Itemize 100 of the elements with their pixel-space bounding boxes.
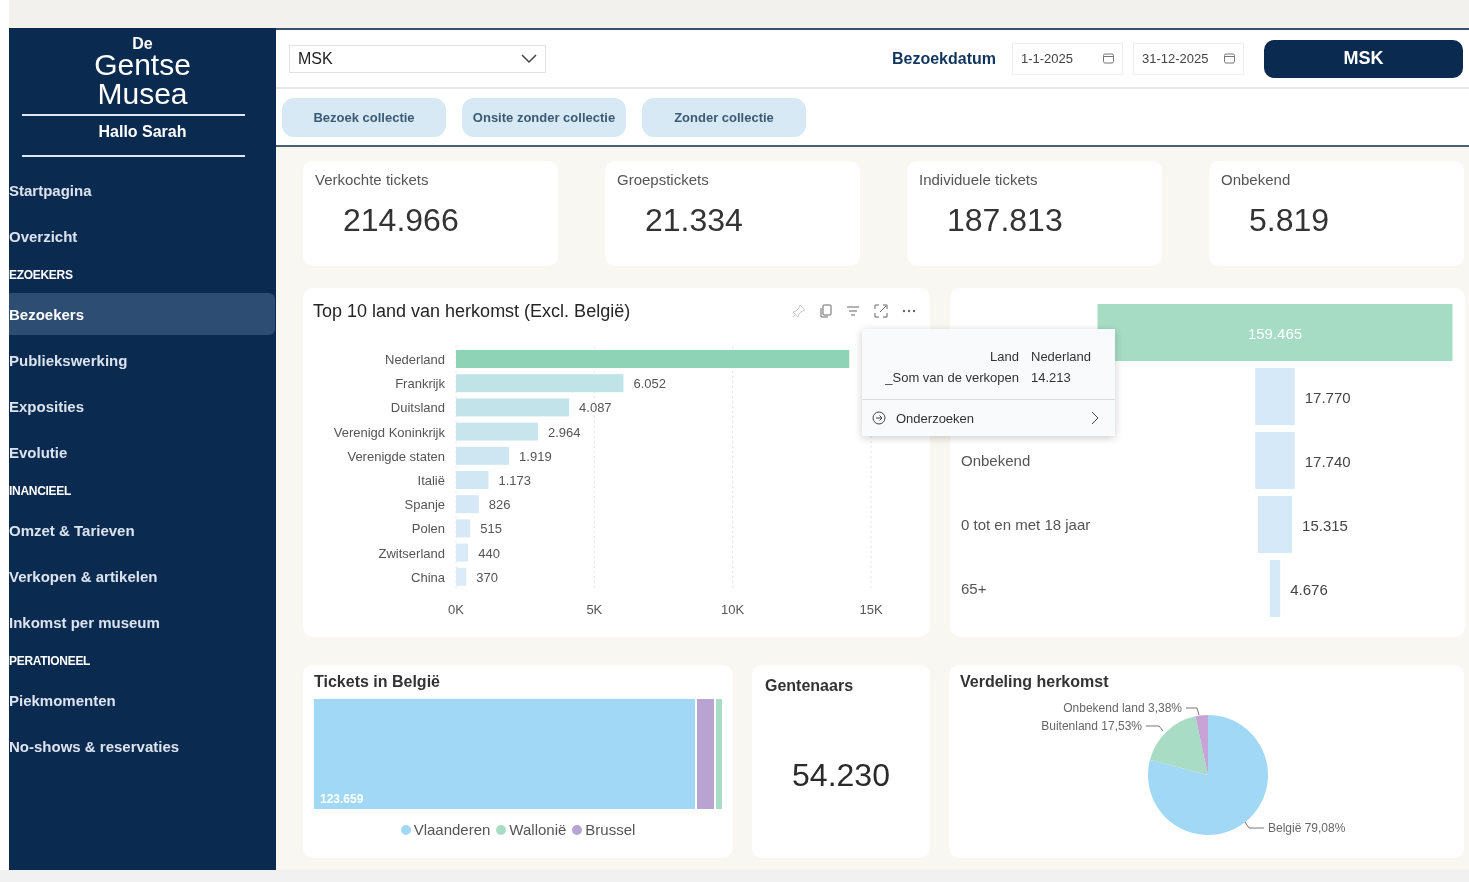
- kpi-label: Individuele tickets: [919, 171, 1039, 188]
- tooltip-value: 14.213: [1031, 370, 1072, 385]
- nav-item[interactable]: Piekmomenten: [9, 677, 275, 724]
- slice-label: Onbekend land 3,38%: [1063, 701, 1182, 715]
- chart-title: Verdeling herkomst: [960, 673, 1109, 690]
- kpi-label: Gentenaars: [765, 677, 855, 695]
- nav-item[interactable]: No-shows & reservaties: [9, 723, 275, 770]
- calendar-icon: [1103, 53, 1114, 64]
- nav-item[interactable]: Inkomst per museum: [9, 599, 275, 646]
- value-label: 370: [476, 569, 498, 585]
- bar[interactable]: [456, 543, 469, 562]
- more-options-icon[interactable]: [902, 309, 916, 313]
- tooltip-key: Land: [862, 349, 1019, 364]
- bar[interactable]: [456, 446, 510, 465]
- copy-icon[interactable]: [820, 304, 832, 318]
- date-field[interactable]: 1-1-2025: [1012, 42, 1123, 75]
- pie-slice[interactable]: [1195, 715, 1208, 775]
- category-label: Onbekend: [961, 452, 1031, 469]
- tooltip-value: Nederland: [1031, 349, 1092, 364]
- funnel-bar[interactable]: [1255, 432, 1295, 489]
- tooltip-key: _Som van de verkopen: [862, 370, 1019, 385]
- bar[interactable]: [456, 350, 850, 368]
- slice-label: België 79,08%: [1268, 821, 1346, 835]
- nav-item[interactable]: Bezoekers: [9, 293, 275, 336]
- tab-button[interactable]: Onsite zonder collectie: [462, 97, 626, 137]
- bar[interactable]: [456, 398, 570, 417]
- leader-line: [1145, 725, 1164, 732]
- nav-item[interactable]: Evolutie: [9, 429, 275, 476]
- axis-tick-label: 5K: [586, 602, 603, 617]
- focus-mode-icon[interactable]: [874, 304, 888, 318]
- legend-label: Wallonië: [509, 821, 567, 838]
- leader-line: [1185, 707, 1200, 716]
- nav-item[interactable]: Verkopen & artikelen: [9, 553, 275, 600]
- nav-section-heading: EZOEKERS: [9, 267, 74, 285]
- chevron-right-icon: [1091, 411, 1099, 425]
- bar-segment[interactable]: [697, 699, 714, 809]
- nav-item[interactable]: Startpagina: [9, 167, 275, 214]
- axis-tick-label: 10K: [721, 602, 745, 617]
- nav-section-heading: PERATIONEEL: [9, 653, 92, 671]
- logo: De Gentse Musea: [93, 34, 192, 109]
- funnel-bar[interactable]: [1097, 304, 1453, 361]
- nav-item[interactable]: Overzicht: [9, 213, 275, 260]
- date-field[interactable]: 31-12-2025: [1133, 42, 1244, 75]
- kpi-label: Verkochte tickets: [315, 171, 430, 188]
- value-label: 1.173: [498, 473, 531, 488]
- tab-button[interactable]: Bezoek collectie: [282, 97, 446, 137]
- funnel-bar[interactable]: [1257, 496, 1293, 553]
- category-label: Zwitserland: [378, 545, 445, 561]
- category-label: Italië: [417, 473, 445, 488]
- chart-title: Tickets in België: [314, 673, 441, 691]
- value-label: 4.087: [579, 400, 612, 416]
- filter-icon[interactable]: [846, 305, 860, 317]
- kpi-value: 187.813: [947, 202, 1064, 239]
- pie-slice[interactable]: [1148, 715, 1268, 835]
- category-label: 0 tot en met 18 jaar: [961, 516, 1091, 533]
- value-label: 2.964: [548, 424, 581, 440]
- nav-item[interactable]: Omzet & Tarieven: [9, 507, 275, 554]
- chart-title: Top 10 land van herkomst (Excl. België): [313, 300, 631, 322]
- museum-dropdown[interactable]: MSK: [289, 44, 546, 73]
- calendar-icon: [1224, 53, 1235, 64]
- category-label: Nederland: [385, 352, 445, 367]
- kpi-label: Groepstickets: [617, 171, 710, 188]
- pie-slice[interactable]: [1149, 716, 1208, 775]
- greeting: Hallo Sarah: [97, 122, 188, 143]
- pin-icon[interactable]: [792, 304, 806, 318]
- museum-button[interactable]: MSK: [1264, 39, 1463, 78]
- value-label: 17.770: [1304, 389, 1351, 406]
- nav-item[interactable]: Exposities: [9, 383, 275, 430]
- category-label: Spanje: [404, 497, 445, 513]
- value-label: 1.919: [519, 448, 552, 464]
- bar[interactable]: [456, 471, 489, 489]
- category-label: Duitsland: [390, 400, 445, 416]
- kpi-value: 5.819: [1249, 202, 1331, 239]
- slice-label: Buitenland 17,53%: [1041, 719, 1142, 733]
- nav-item[interactable]: Publiekswerking: [9, 337, 275, 384]
- value-label: 515: [480, 521, 502, 537]
- legend-label: Vlaanderen: [413, 821, 491, 838]
- category-label: Verenigd Koninkrijk: [333, 424, 445, 440]
- axis-tick-label: 0K: [448, 602, 464, 617]
- value-label: 17.740: [1304, 453, 1351, 470]
- date-label: Bezoekdatum: [891, 49, 996, 68]
- funnel-bar[interactable]: [1255, 368, 1295, 425]
- leader-line: [1244, 821, 1265, 829]
- tab-button[interactable]: Zonder collectie: [642, 97, 806, 137]
- drill-menu-item[interactable]: Onderzoeken: [862, 399, 1115, 436]
- value-label: 826: [488, 497, 511, 513]
- value-label: 123.659: [319, 792, 364, 808]
- bar[interactable]: [456, 495, 479, 514]
- value-label: 6.052: [633, 376, 666, 392]
- value-label: 4.676: [1290, 581, 1328, 598]
- nav-section-heading: INANCIEEL: [9, 483, 72, 501]
- bar[interactable]: [456, 374, 624, 393]
- arrow-circle-icon: [872, 411, 886, 425]
- value-label: 440: [478, 545, 500, 561]
- bar[interactable]: [456, 422, 538, 441]
- bar[interactable]: [456, 519, 471, 538]
- funnel-bar[interactable]: [1269, 560, 1281, 617]
- kpi-value: 54.230: [792, 757, 890, 794]
- bar[interactable]: [456, 567, 467, 586]
- bar-segment[interactable]: [715, 699, 722, 809]
